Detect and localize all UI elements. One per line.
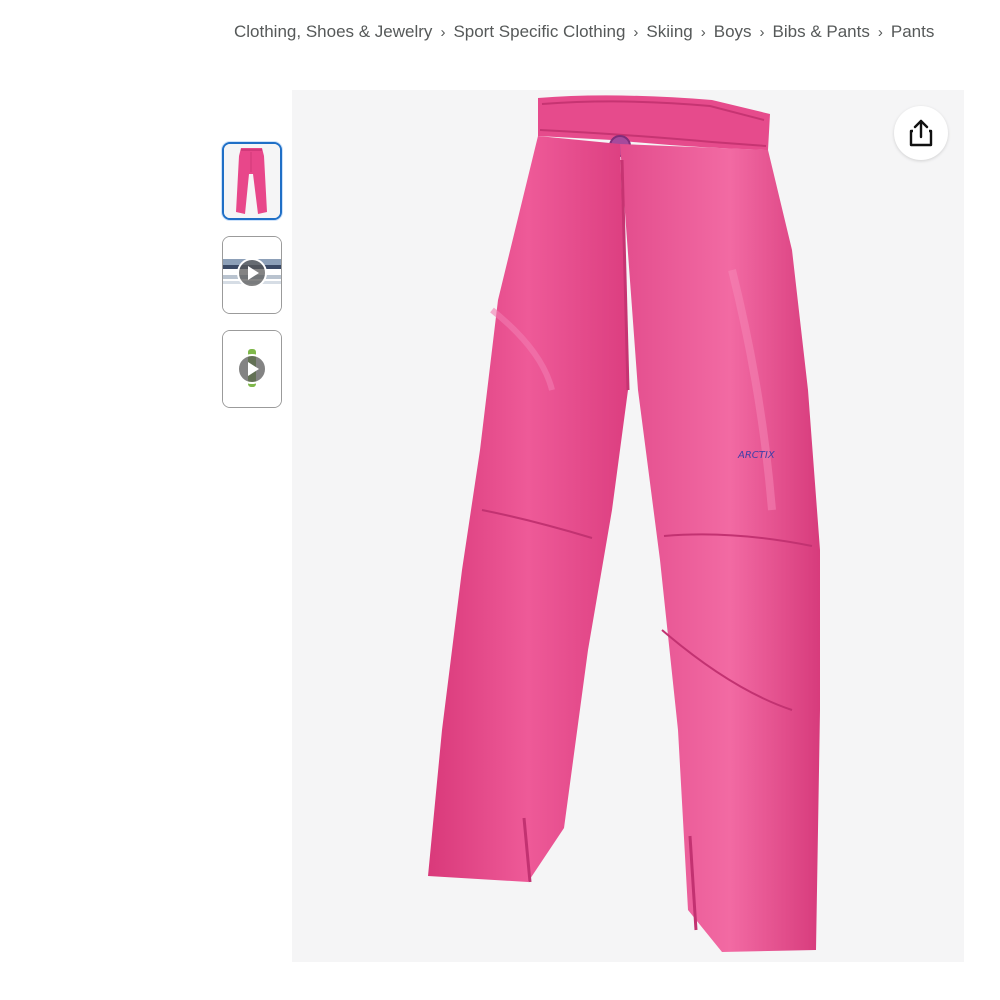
breadcrumb: Clothing, Shoes & Jewelry › Sport Specif… — [234, 22, 934, 42]
thumbnail-video-2[interactable] — [222, 330, 282, 408]
breadcrumb-item-boys[interactable]: Boys — [714, 22, 752, 42]
breadcrumb-separator: › — [633, 23, 639, 41]
breadcrumb-item-bibs-pants[interactable]: Bibs & Pants — [773, 22, 870, 42]
thumbnail-strip — [222, 142, 286, 424]
video-thumbnail-graphic — [223, 331, 281, 407]
brand-logo: ARCTIX — [737, 450, 776, 461]
pink-snow-pants-image: ARCTIX — [292, 90, 964, 962]
breadcrumb-item-clothing[interactable]: Clothing, Shoes & Jewelry — [234, 22, 432, 42]
thumbnail-image-1[interactable] — [222, 142, 282, 220]
main-product-image[interactable]: ARCTIX — [292, 90, 964, 962]
video-thumbnail-graphic — [223, 237, 281, 313]
breadcrumb-separator: › — [440, 23, 446, 41]
share-icon — [909, 119, 933, 147]
pink-pants-thumbnail — [224, 144, 280, 218]
breadcrumb-separator: › — [700, 23, 706, 41]
breadcrumb-separator: › — [759, 23, 765, 41]
breadcrumb-item-sport-specific[interactable]: Sport Specific Clothing — [453, 22, 625, 42]
thumbnail-video-1[interactable] — [222, 236, 282, 314]
breadcrumb-item-skiing[interactable]: Skiing — [646, 22, 692, 42]
breadcrumb-item-pants[interactable]: Pants — [891, 22, 934, 42]
breadcrumb-separator: › — [877, 23, 883, 41]
product-page: Clothing, Shoes & Jewelry › Sport Specif… — [0, 0, 1000, 1000]
share-button[interactable] — [894, 106, 948, 160]
